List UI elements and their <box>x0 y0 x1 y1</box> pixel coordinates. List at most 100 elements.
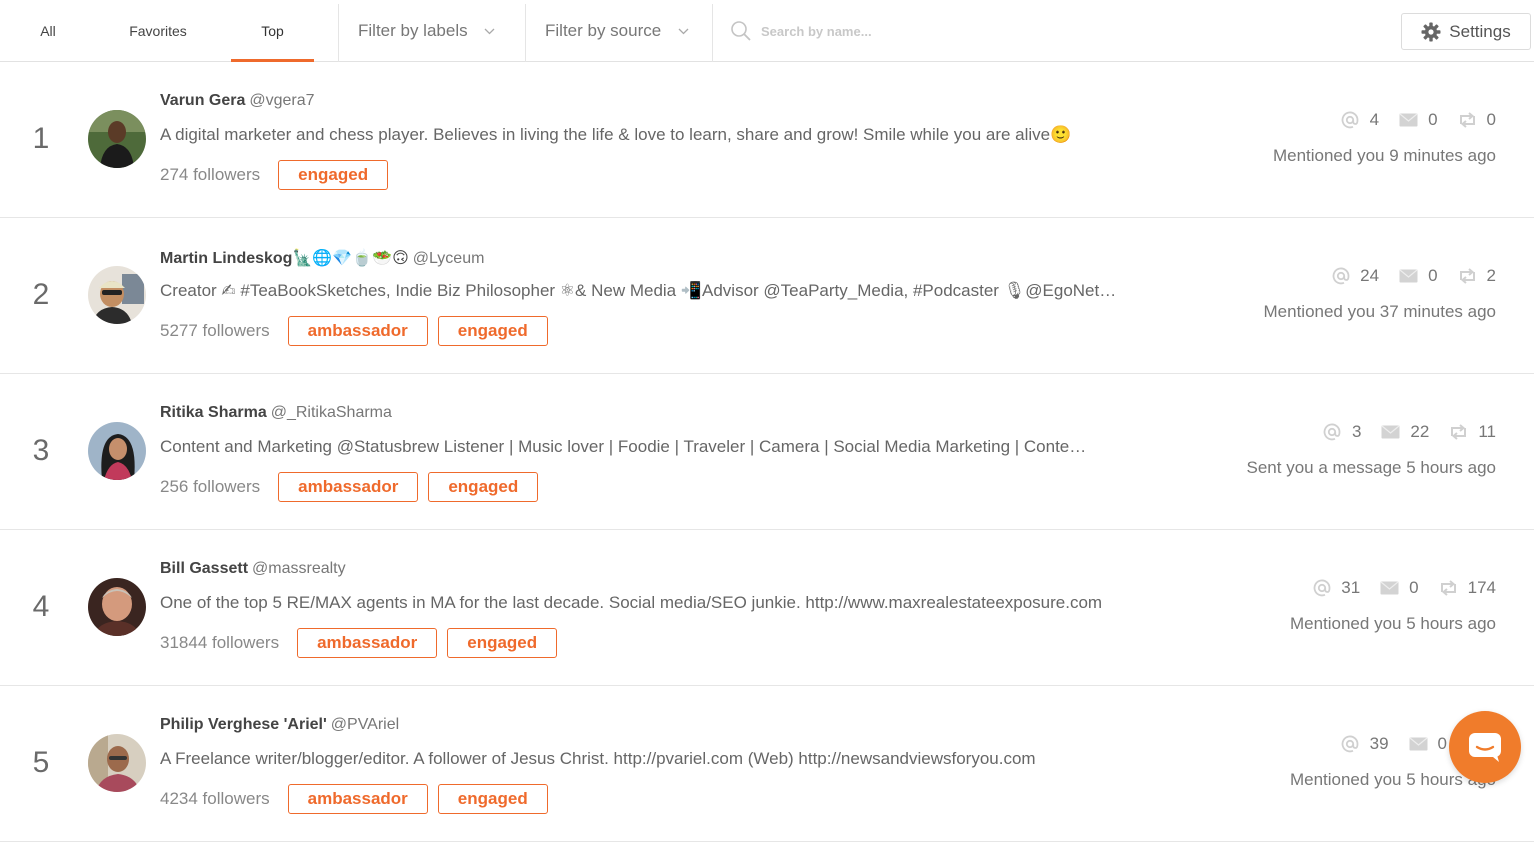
label-tag[interactable]: engaged <box>437 784 548 814</box>
rank-number: 1 <box>32 122 50 155</box>
last-activity: Mentioned you 5 hours ago <box>1289 614 1496 633</box>
messages-stat: 0 <box>1399 110 1438 130</box>
table-row[interactable]: 1 Varun Gera @vgera7 A digital marketer a… <box>0 62 1534 218</box>
gear-icon <box>1421 22 1441 42</box>
avatar[interactable] <box>88 422 146 480</box>
mentions-count: 31 <box>1341 578 1361 597</box>
rank-number: 2 <box>32 278 50 311</box>
avatar[interactable] <box>88 266 146 324</box>
retweets-count: 174 <box>1467 578 1496 597</box>
table-row[interactable]: 5 Philip Verghese 'Ariel' @PVAriel A Free… <box>0 686 1534 842</box>
retweet-icon <box>1458 268 1477 284</box>
label-tag[interactable]: ambassador <box>278 472 419 502</box>
retweets-count: 2 <box>1486 266 1496 285</box>
followers-count: 4234 followers <box>160 789 270 808</box>
user-meta: 274 followers engaged <box>160 160 398 190</box>
messages-stat: 0 <box>1409 734 1447 754</box>
user-meta: 4234 followers ambassador engaged <box>160 784 558 814</box>
user-meta: 256 followers ambassador engaged <box>160 472 548 502</box>
user-name[interactable]: Bill Gassett <box>160 560 248 577</box>
chat-icon <box>1467 731 1503 763</box>
user-meta: 31844 followers ambassador engaged <box>160 628 567 658</box>
label-tag[interactable]: engaged <box>437 316 548 346</box>
mentions-count: 4 <box>1369 110 1380 129</box>
messages-count: 22 <box>1410 422 1430 441</box>
table-row[interactable]: 4 Bill Gassett @massrealty One of the top… <box>0 530 1534 686</box>
interaction-stats: 31 0 174 <box>1292 578 1496 598</box>
search-box <box>730 15 1150 47</box>
messages-stat: 22 <box>1381 422 1429 442</box>
retweets-count: 11 <box>1478 422 1496 441</box>
user-name[interactable]: Varun Gera <box>160 92 245 109</box>
followers-count: 31844 followers <box>160 633 280 652</box>
message-icon <box>1381 424 1400 440</box>
last-activity: Mentioned you 37 minutes ago <box>1263 302 1497 321</box>
retweet-icon <box>1449 424 1468 440</box>
interaction-stats: 4 0 0 <box>1321 110 1496 130</box>
messages-stat: 0 <box>1399 266 1438 286</box>
label-tag[interactable]: engaged <box>278 160 389 190</box>
at-sign-icon <box>1312 579 1331 597</box>
divider <box>712 4 713 62</box>
retweets-stat: 174 <box>1439 578 1496 598</box>
messages-count: 0 <box>1409 578 1419 597</box>
filter-by-source-dropdown[interactable]: Filter by source <box>545 0 695 62</box>
messages-count: 0 <box>1428 266 1438 285</box>
settings-button[interactable]: Settings <box>1401 13 1531 50</box>
mentions-stat: 24 <box>1331 266 1379 286</box>
tab-favorites[interactable]: Favorites <box>112 0 204 62</box>
mentions-stat: 31 <box>1312 578 1360 598</box>
mentions-count: 24 <box>1360 266 1380 285</box>
messages-stat: 0 <box>1380 578 1419 598</box>
filter-by-labels-dropdown[interactable]: Filter by labels <box>358 0 508 62</box>
interaction-stats: 24 0 2 <box>1311 266 1496 286</box>
at-sign-icon <box>1341 111 1360 129</box>
retweets-stat: 11 <box>1449 422 1496 442</box>
retweets-count: 0 <box>1486 110 1496 129</box>
tab-top[interactable]: Top <box>231 0 314 62</box>
divider <box>525 4 526 62</box>
search-input[interactable] <box>761 23 1141 39</box>
user-name-line: Varun Gera @vgera7 <box>160 92 315 110</box>
user-meta: 5277 followers ambassador engaged <box>160 316 558 346</box>
message-icon <box>1409 736 1428 752</box>
followers-count: 256 followers <box>160 477 261 496</box>
tab-all[interactable]: All <box>24 0 72 62</box>
table-row[interactable]: 2 Martin Lindeskog🗽🌐💎🍵🥗🙃 @Lyceum Creator … <box>0 218 1534 374</box>
message-icon <box>1399 268 1418 284</box>
user-list: 1 Varun Gera @vgera7 A digital marketer a… <box>0 62 1534 842</box>
user-handle[interactable]: @vgera7 <box>249 92 314 109</box>
user-handle[interactable]: @_RitikaSharma <box>271 404 392 421</box>
last-activity: Sent you a message 5 hours ago <box>1246 458 1497 477</box>
retweets-stat: 0 <box>1458 110 1496 130</box>
label-tag[interactable]: ambassador <box>297 628 438 658</box>
messages-count: 0 <box>1428 110 1438 129</box>
user-name[interactable]: Ritika Sharma <box>160 404 267 421</box>
chevron-down-icon <box>484 25 496 37</box>
divider <box>338 4 339 62</box>
mentions-stat: 39 <box>1341 734 1389 754</box>
user-handle[interactable]: @Lyceum <box>413 250 485 267</box>
label-tag[interactable]: engaged <box>428 472 539 502</box>
at-sign-icon <box>1341 735 1360 753</box>
label-tag[interactable]: ambassador <box>287 316 428 346</box>
user-bio: One of the top 5 RE/MAX agents in MA for… <box>160 593 1103 612</box>
avatar[interactable] <box>88 734 146 792</box>
message-icon <box>1399 112 1418 128</box>
table-row[interactable]: 3 Ritika Sharma @_RitikaSharma Content an… <box>0 374 1534 530</box>
retweets-stat: 2 <box>1458 266 1496 286</box>
user-name[interactable]: Martin Lindeskog🗽🌐💎🍵🥗🙃 <box>160 250 409 267</box>
user-handle[interactable]: @massrealty <box>252 560 346 577</box>
followers-count: 5277 followers <box>160 321 270 340</box>
user-name-line: Ritika Sharma @_RitikaSharma <box>160 404 392 422</box>
chat-launcher-button[interactable] <box>1449 711 1521 783</box>
user-handle[interactable]: @PVAriel <box>331 716 399 733</box>
user-name[interactable]: Philip Verghese 'Ariel' <box>160 716 327 733</box>
label-tag[interactable]: engaged <box>447 628 558 658</box>
avatar[interactable] <box>88 110 146 168</box>
search-icon <box>730 20 752 42</box>
settings-label: Settings <box>1449 21 1511 41</box>
rank-number: 5 <box>32 746 50 779</box>
label-tag[interactable]: ambassador <box>287 784 428 814</box>
avatar[interactable] <box>88 578 146 636</box>
